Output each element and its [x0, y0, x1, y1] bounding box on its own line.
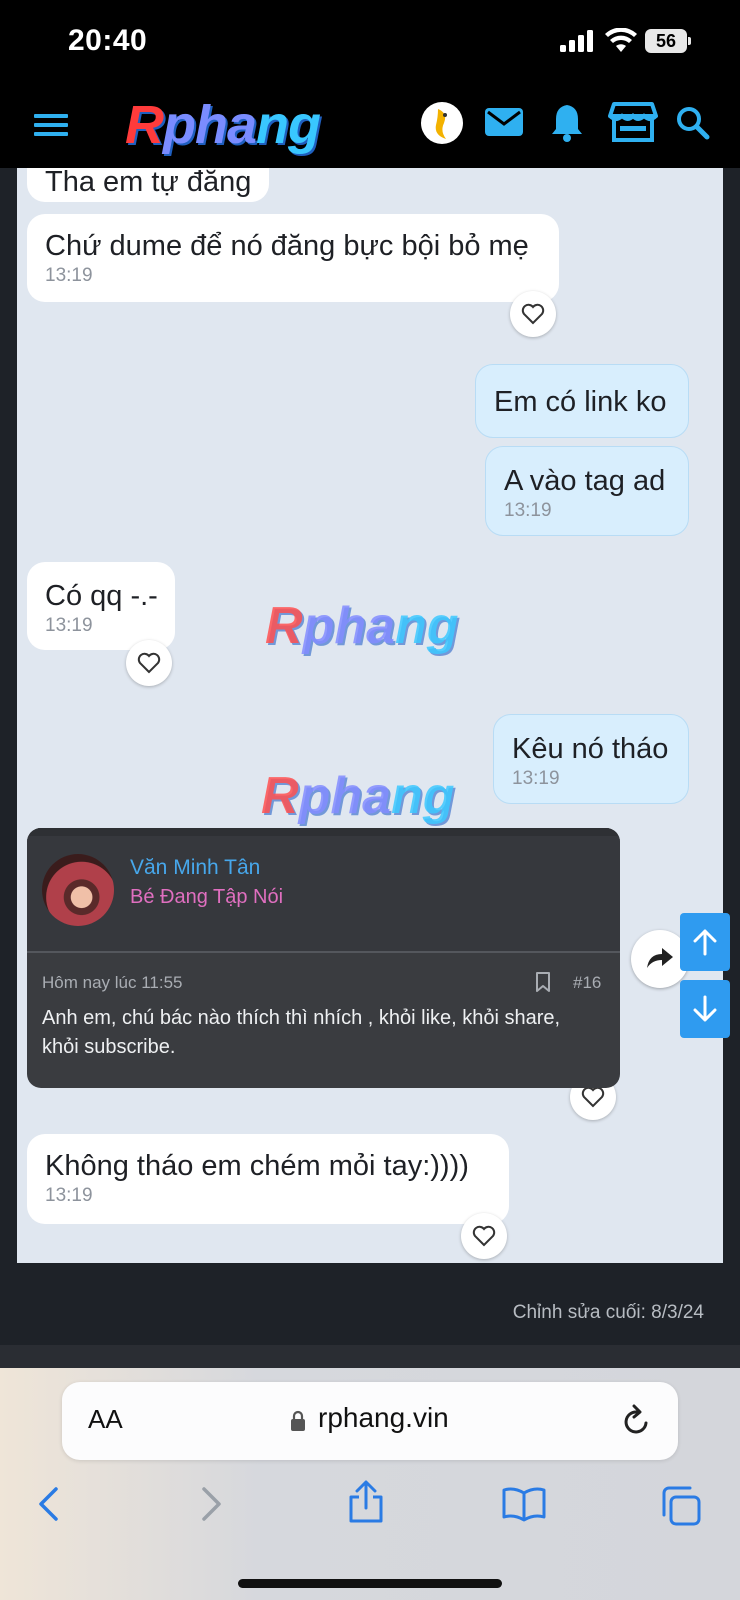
heart-icon[interactable] — [461, 1213, 507, 1259]
watermark-logo: Rphang — [265, 597, 459, 655]
menu-icon[interactable] — [34, 110, 68, 140]
reader-settings-button[interactable]: AA — [88, 1404, 123, 1435]
avatar[interactable] — [42, 854, 114, 926]
site-header: Rphang — [0, 84, 740, 168]
message-time: 13:19 — [45, 265, 93, 286]
cellular-signal-icon — [560, 30, 593, 52]
chat-screenshot: Tha em tự đăng Chứ dume để nó đăng bực b… — [17, 168, 723, 1263]
bookmarks-icon[interactable] — [502, 1486, 546, 1522]
message-text: Kêu nó tháo — [512, 733, 669, 765]
search-icon[interactable] — [676, 106, 710, 140]
avatar-icon[interactable] — [420, 101, 464, 145]
message-time: 13:19 — [504, 500, 552, 521]
battery-level: 56 — [645, 29, 687, 53]
message-bubble: Có qq -.- 13:19 — [27, 562, 175, 650]
battery-icon: 56 — [645, 29, 691, 53]
message-text: Em có link ko — [494, 386, 667, 418]
back-icon[interactable] — [36, 1486, 62, 1522]
tabs-icon[interactable] — [660, 1486, 702, 1526]
bell-icon[interactable] — [550, 102, 584, 142]
browser-toolbar: AA rphang.vin — [0, 1368, 740, 1600]
lock-icon — [291, 1410, 305, 1431]
share-icon[interactable] — [348, 1480, 384, 1524]
quoted-post-card: Văn Minh Tân Bé Đang Tập Nói Hôm nay lúc… — [27, 828, 620, 1088]
message-time: 13:19 — [45, 1185, 93, 1206]
wifi-icon — [605, 28, 637, 52]
heart-icon[interactable] — [126, 640, 172, 686]
site-logo[interactable]: Rphang — [125, 94, 321, 156]
heart-icon[interactable] — [510, 291, 556, 337]
mail-icon[interactable] — [484, 106, 524, 138]
store-icon[interactable] — [608, 100, 658, 144]
message-bubble: Em có link ko — [475, 364, 689, 438]
home-indicator — [238, 1579, 502, 1588]
post-body: Anh em, chú bác nào thích thì nhích , kh… — [42, 1007, 561, 1058]
url-text[interactable]: rphang.vin — [318, 1402, 449, 1434]
post-username[interactable]: Văn Minh Tân — [130, 856, 260, 880]
reload-icon[interactable] — [622, 1404, 652, 1436]
scroll-top-button[interactable] — [680, 913, 730, 971]
arrow-down-icon — [693, 995, 717, 1022]
message-bubble: Không tháo em chém mỏi tay:)))) 13:19 — [27, 1134, 509, 1224]
status-time: 20:40 — [68, 24, 148, 57]
message-text: Không tháo em chém mỏi tay:)))) — [45, 1150, 469, 1182]
message-bubble: A vào tag ad 13:19 — [485, 446, 689, 536]
message-time: 13:19 — [45, 615, 93, 636]
arrow-up-icon — [693, 929, 717, 956]
message-text: Tha em tự đăng — [45, 168, 252, 198]
share-arrow-icon — [647, 948, 673, 968]
bookmark-icon[interactable] — [535, 972, 551, 992]
address-bar[interactable]: AA rphang.vin — [62, 1382, 678, 1460]
last-edited-label: Chỉnh sửa cuối: 8/3/24 — [512, 1302, 704, 1323]
message-bubble: Tha em tự đăng — [27, 168, 270, 202]
scroll-bottom-button[interactable] — [680, 980, 730, 1038]
forward-icon[interactable] — [198, 1486, 224, 1522]
message-text: Có qq -.- — [45, 580, 158, 612]
watermark-logo: Rphang — [261, 767, 455, 825]
status-bar: 20:40 56 — [0, 0, 740, 84]
message-bubble: Chứ dume để nó đăng bực bội bỏ mẹ 13:19 — [27, 214, 559, 302]
message-text: Chứ dume để nó đăng bực bội bỏ mẹ — [45, 230, 529, 262]
message-text: A vào tag ad — [504, 465, 666, 497]
post-number[interactable]: #16 — [573, 973, 601, 993]
post-date[interactable]: Hôm nay lúc 11:55 — [42, 973, 182, 993]
message-bubble: Kêu nó tháo 13:19 — [493, 714, 689, 804]
post-user-title: Bé Đang Tập Nói — [130, 886, 284, 908]
message-time: 13:19 — [512, 768, 560, 789]
